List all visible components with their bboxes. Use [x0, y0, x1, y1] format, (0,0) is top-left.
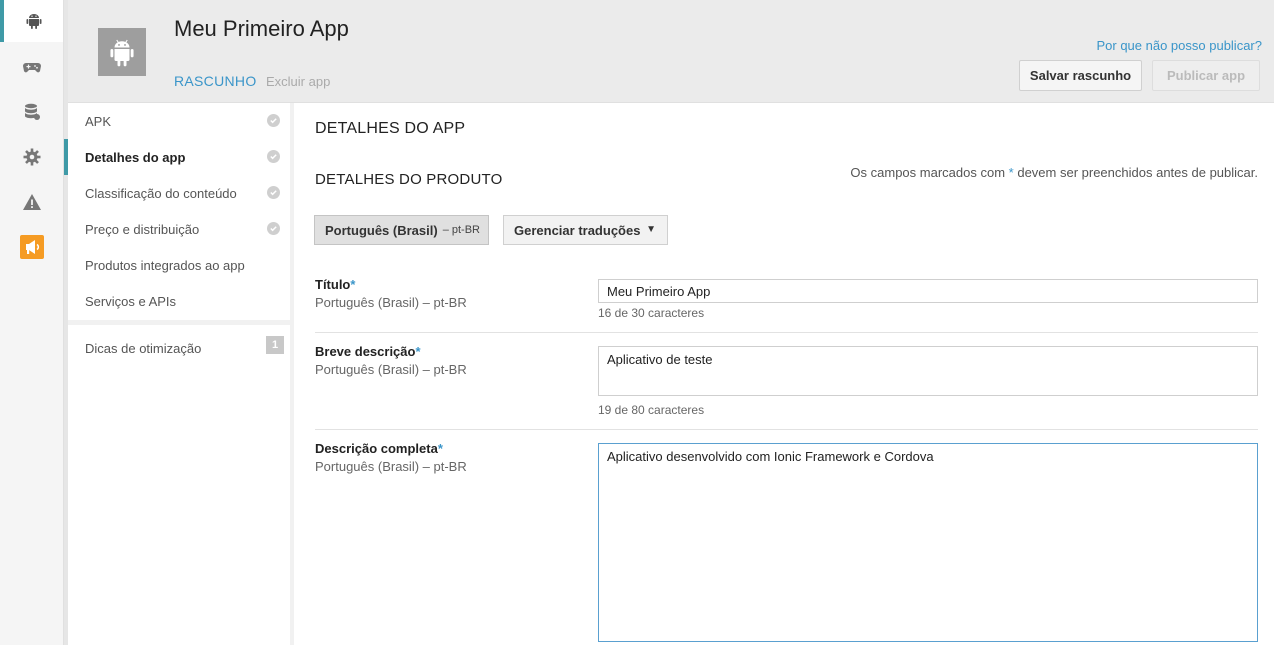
delete-app-link[interactable]: Excluir app [266, 74, 330, 89]
required-star: * [350, 277, 356, 292]
title-field-language: Português (Brasil) – pt-BR [315, 295, 467, 310]
nav-item-optimization-tips[interactable]: Dicas de otimização 1 [68, 325, 290, 371]
manage-translations-label: Gerenciar traduções [514, 222, 641, 238]
rail-database[interactable] [0, 89, 63, 134]
nav-item-pricing[interactable]: Preço e distribuição [68, 211, 290, 247]
field-label-text: Título [315, 277, 351, 292]
nav-item-label: Preço e distribuição [85, 221, 200, 237]
check-circle-icon [267, 114, 280, 127]
rail-games[interactable] [0, 44, 63, 89]
nav-item-content-rating[interactable]: Classificação do conteúdo [68, 175, 290, 211]
nav-item-in-app-products[interactable]: Produtos integrados ao app [68, 247, 290, 283]
nav-item-label: Classificação do conteúdo [85, 185, 237, 201]
save-draft-button[interactable]: Salvar rascunho [1019, 60, 1142, 91]
full-description-textarea[interactable]: Aplicativo desenvolvido com Ionic Framew… [598, 443, 1258, 642]
title-field-label: Título* [315, 277, 355, 292]
nav-item-label: Serviços e APIs [85, 293, 177, 309]
app-nav-rail [0, 0, 64, 645]
gamepad-icon [22, 62, 41, 72]
check-circle-icon [267, 150, 280, 163]
short-description-input[interactable]: Aplicativo de teste [598, 346, 1258, 396]
warning-icon [22, 193, 41, 210]
title-char-counter: 16 de 30 caracteres [598, 306, 705, 320]
why-cant-publish-link[interactable]: Por que não posso publicar? [1096, 38, 1262, 53]
section-nav-tips: Dicas de otimização 1 [68, 325, 290, 645]
nav-item-label: APK [85, 113, 112, 129]
field-label-text: Descrição completa [315, 441, 438, 456]
full-description-field-label: Descrição completa* [315, 441, 443, 456]
android-icon [26, 14, 41, 29]
section-nav: APK Detalhes do app Classificação do con… [64, 103, 290, 645]
title-input[interactable]: Meu Primeiro App [598, 279, 1258, 303]
dropdown-arrow-icon: ▼ [646, 224, 656, 235]
megaphone-icon [19, 234, 44, 259]
language-code: – pt-BR [442, 224, 480, 236]
check-circle-icon [267, 222, 280, 235]
rail-promote[interactable] [0, 224, 63, 269]
manage-translations-button[interactable]: Gerenciar traduções ▼ [503, 215, 668, 245]
check-circle-icon [267, 186, 280, 199]
main-content: DETALHES DO APP DETALHES DO PRODUTO Os c… [294, 103, 1274, 645]
language-label: Português (Brasil) [325, 222, 438, 238]
app-icon [98, 28, 146, 76]
required-note-suffix: devem ser preenchidos antes de publicar. [1017, 165, 1258, 180]
nav-item-label: Dicas de otimização [85, 340, 202, 356]
rail-settings[interactable] [0, 134, 63, 179]
rail-alerts[interactable] [0, 179, 63, 224]
database-icon [24, 103, 40, 120]
field-divider [315, 429, 1258, 430]
required-star: * [1008, 165, 1014, 180]
tips-count-badge: 1 [266, 336, 284, 354]
status-label: RASCUNHO [174, 73, 257, 89]
section-nav-list: APK Detalhes do app Classificação do con… [64, 103, 290, 320]
required-star: * [437, 441, 443, 456]
android-icon [110, 39, 134, 67]
section-subtitle: DETALHES DO PRODUTO [315, 171, 503, 188]
page-title: DETALHES DO APP [315, 120, 466, 137]
rail-android[interactable] [0, 0, 63, 42]
nav-item-label: Produtos integrados ao app [85, 257, 245, 273]
app-header: Meu Primeiro App RASCUNHO Excluir app Po… [68, 0, 1274, 103]
nav-item-apk[interactable]: APK [68, 103, 290, 139]
publish-app-button[interactable]: Publicar app [1152, 60, 1260, 91]
short-description-field-label: Breve descrição* [315, 344, 421, 359]
short-description-field-language: Português (Brasil) – pt-BR [315, 362, 467, 377]
short-description-char-counter: 19 de 80 caracteres [598, 403, 705, 417]
nav-item-label: Detalhes do app [85, 149, 186, 165]
required-note-prefix: Os campos marcados com [850, 165, 1006, 180]
gear-icon [23, 148, 40, 165]
nav-item-app-details[interactable]: Detalhes do app [64, 139, 290, 175]
full-description-field-language: Português (Brasil) – pt-BR [315, 459, 467, 474]
app-title: Meu Primeiro App [174, 16, 349, 41]
field-label-text: Breve descrição [315, 344, 416, 359]
required-fields-note: Os campos marcados com * devem ser preen… [850, 165, 1258, 180]
field-divider [315, 332, 1258, 333]
required-star: * [415, 344, 421, 359]
language-button[interactable]: Português (Brasil) – pt-BR [314, 215, 489, 245]
nav-item-services-apis[interactable]: Serviços e APIs [68, 283, 290, 319]
